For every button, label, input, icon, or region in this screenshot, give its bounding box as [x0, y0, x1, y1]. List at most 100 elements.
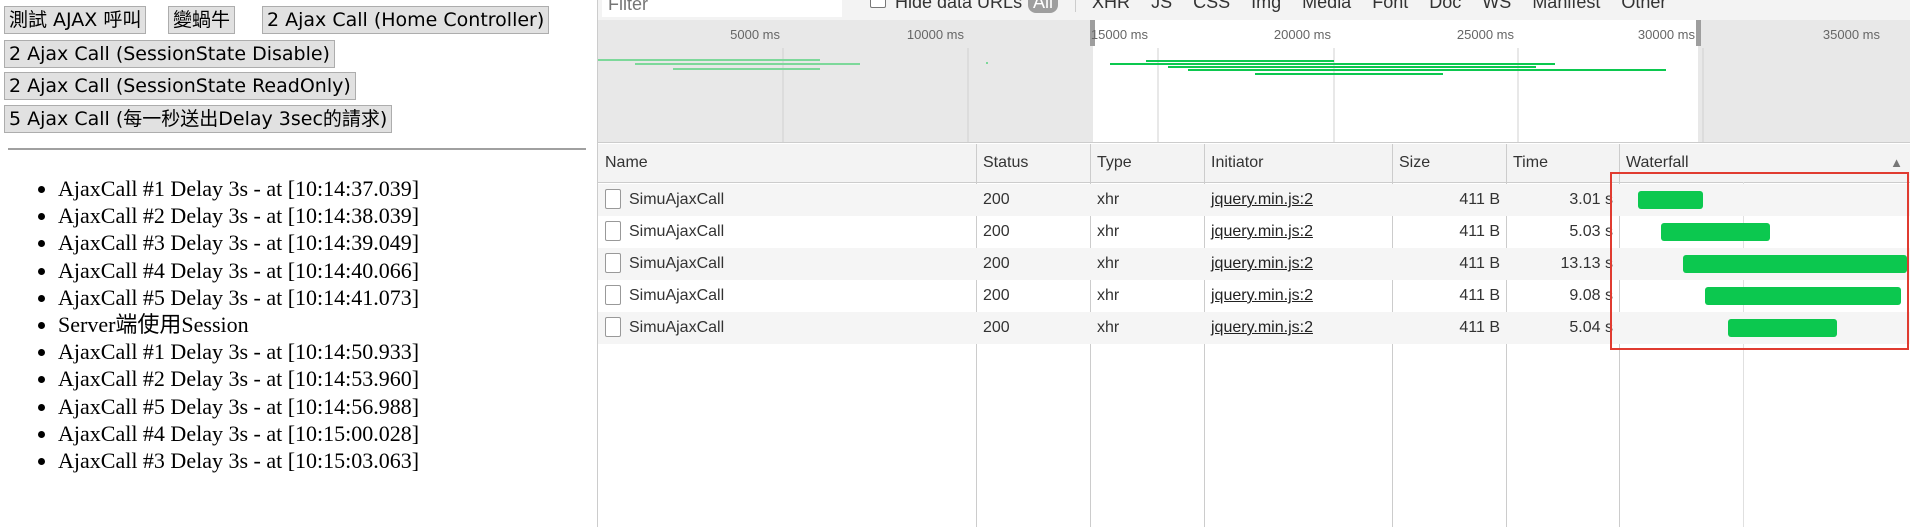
filter-input[interactable] — [602, 0, 842, 17]
cell-initiator-text[interactable]: jquery.min.js:2 — [1211, 319, 1313, 336]
cell-name-text: SimuAjaxCall — [629, 287, 725, 304]
type-filter-manifest[interactable]: Manifest — [1527, 0, 1605, 13]
cell-name-text: SimuAjaxCall — [629, 255, 725, 272]
snail-button[interactable]: 變蝸牛 — [168, 6, 236, 34]
overview-tick-label: 5000 ms — [730, 27, 780, 42]
cell-initiator-text[interactable]: jquery.min.js:2 — [1211, 287, 1313, 304]
type-filter-media[interactable]: Media — [1297, 0, 1356, 13]
app-page: 測試 AJAX 呼叫 變蝸牛 2 Ajax Call (Home Control… — [0, 0, 597, 527]
cell-time-text: 13.13 s — [1560, 255, 1613, 272]
overview-right-handle[interactable] — [1696, 20, 1701, 46]
cell-type-text: xhr — [1097, 191, 1120, 208]
timeline-overview-chart: 5000 ms 10000 ms 15000 ms 20000 ms 25000… — [598, 20, 1881, 142]
cell-type: xhr — [1090, 216, 1204, 248]
table-row[interactable]: SimuAjaxCall 200 xhr jquery.min.js:2 411 B 13… — [598, 248, 1910, 280]
cell-initiator[interactable]: jquery.min.js:2 — [1204, 216, 1392, 248]
cell-type-text: xhr — [1097, 287, 1120, 304]
cell-size: 411 B — [1392, 216, 1506, 248]
column-header-name[interactable]: Name — [598, 144, 976, 182]
type-filter-all[interactable]: All — [1028, 0, 1059, 13]
type-filter-img[interactable]: Img — [1246, 0, 1286, 13]
cell-status: 200 — [976, 184, 1090, 216]
cell-time: 5.04 s — [1506, 312, 1619, 344]
timeline-overview[interactable]: 5000 ms 10000 ms 15000 ms 20000 ms 25000… — [598, 20, 1910, 143]
waterfall-bar — [1660, 223, 1770, 241]
type-filter-xhr[interactable]: XHR — [1087, 0, 1135, 13]
cell-type: xhr — [1090, 184, 1204, 216]
home-controller-call-button[interactable]: 2 Ajax Call (Home Controller) — [262, 6, 550, 34]
cell-size-text: 411 B — [1459, 287, 1500, 304]
cell-name-text: SimuAjaxCall — [629, 191, 725, 208]
list-item: AjaxCall #4 Delay 3s - at [10:14:40.066] — [58, 257, 419, 284]
cell-size-text: 411 B — [1459, 255, 1500, 272]
type-filter-ws[interactable]: WS — [1477, 0, 1516, 13]
network-grid-header: Name Status Type Initiator Size Time Wat… — [598, 144, 1910, 183]
five-ajax-call-button[interactable]: 5 Ajax Call (每一秒送出Delay 3sec的請求) — [4, 105, 393, 133]
cell-time-text: 9.08 s — [1569, 287, 1613, 304]
cell-status: 200 — [976, 280, 1090, 312]
cell-initiator[interactable]: jquery.min.js:2 — [1204, 312, 1392, 344]
file-icon — [605, 252, 621, 273]
waterfall-bar — [1705, 287, 1902, 305]
cell-name: SimuAjaxCall — [598, 216, 976, 248]
test-ajax-button[interactable]: 測試 AJAX 呼叫 — [4, 6, 147, 34]
cell-name: SimuAjaxCall — [598, 280, 976, 312]
type-filter-doc[interactable]: Doc — [1424, 0, 1466, 13]
cell-status: 200 — [976, 312, 1090, 344]
column-header-size[interactable]: Size — [1392, 144, 1506, 182]
cell-time-text: 5.03 s — [1569, 223, 1613, 240]
cell-type: xhr — [1090, 280, 1204, 312]
call-log-list: AjaxCall #1 Delay 3s - at [10:14:37.039]… — [30, 175, 419, 474]
column-header-waterfall[interactable]: Waterfall ▲ — [1619, 144, 1910, 182]
hide-data-urls-checkbox[interactable] — [870, 0, 886, 8]
table-row[interactable]: SimuAjaxCall 200 xhr jquery.min.js:2 411 B 3.… — [598, 184, 1910, 216]
cell-size: 411 B — [1392, 280, 1506, 312]
waterfall-label: Waterfall — [1626, 154, 1689, 171]
cell-type-text: xhr — [1097, 255, 1120, 272]
cell-type-text: xhr — [1097, 223, 1120, 240]
table-row[interactable]: SimuAjaxCall 200 xhr jquery.min.js:2 411 B 9.… — [598, 280, 1910, 312]
file-icon — [605, 284, 621, 305]
sessionstate-readonly-call-button[interactable]: 2 Ajax Call (SessionState ReadOnly) — [4, 72, 356, 100]
overview-tick-label: 10000 ms — [907, 27, 965, 42]
overview-tick-label: 15000 ms — [1091, 27, 1149, 42]
cell-initiator-text[interactable]: jquery.min.js:2 — [1211, 223, 1313, 240]
table-row[interactable]: SimuAjaxCall 200 xhr jquery.min.js:2 411 B 5.… — [598, 312, 1910, 344]
list-item: AjaxCall #1 Delay 3s - at [10:14:37.039] — [58, 175, 419, 202]
cell-size: 411 B — [1392, 184, 1506, 216]
separator — [1075, 0, 1077, 13]
sort-ascending-icon: ▲ — [1890, 155, 1903, 170]
cell-status: 200 — [976, 216, 1090, 248]
type-filter-font[interactable]: Font — [1367, 0, 1413, 13]
file-icon — [605, 188, 621, 209]
cell-initiator[interactable]: jquery.min.js:2 — [1204, 184, 1392, 216]
column-header-initiator[interactable]: Initiator — [1204, 144, 1392, 182]
cell-initiator[interactable]: jquery.min.js:2 — [1204, 280, 1392, 312]
waterfall-bar — [1638, 191, 1703, 209]
table-row[interactable]: SimuAjaxCall 200 xhr jquery.min.js:2 411 B 5.… — [598, 216, 1910, 248]
type-filter-other[interactable]: Other — [1616, 0, 1671, 13]
cell-size-text: 411 B — [1459, 191, 1500, 208]
column-header-status[interactable]: Status — [976, 144, 1090, 182]
list-item: AjaxCall #5 Delay 3s - at [10:14:41.073] — [58, 284, 419, 311]
list-item: AjaxCall #1 Delay 3s - at [10:14:50.933] — [58, 338, 419, 365]
hide-data-urls-label: Hide data URLs — [895, 0, 1023, 12]
column-header-time[interactable]: Time — [1506, 144, 1619, 182]
overview-tick-label: 35000 ms — [1823, 27, 1881, 42]
column-header-type[interactable]: Type — [1090, 144, 1204, 182]
list-item: AjaxCall #2 Delay 3s - at [10:14:38.039] — [58, 202, 419, 229]
cell-time: 5.03 s — [1506, 216, 1619, 248]
cell-initiator[interactable]: jquery.min.js:2 — [1204, 248, 1392, 280]
cell-type: xhr — [1090, 248, 1204, 280]
cell-type-text: xhr — [1097, 319, 1120, 336]
list-item: AjaxCall #5 Delay 3s - at [10:14:56.988] — [58, 393, 419, 420]
cell-initiator-text[interactable]: jquery.min.js:2 — [1211, 255, 1313, 272]
type-filter-css[interactable]: CSS — [1188, 0, 1235, 13]
type-filter-group: All XHR JS CSS Img Media Font Doc WS Man… — [1028, 0, 1677, 13]
cell-name: SimuAjaxCall — [598, 312, 976, 344]
type-filter-js[interactable]: JS — [1146, 0, 1177, 13]
cell-status-text: 200 — [983, 191, 1010, 208]
cell-name: SimuAjaxCall — [598, 184, 976, 216]
sessionstate-disable-call-button[interactable]: 2 Ajax Call (SessionState Disable) — [4, 40, 335, 68]
cell-initiator-text[interactable]: jquery.min.js:2 — [1211, 191, 1313, 208]
